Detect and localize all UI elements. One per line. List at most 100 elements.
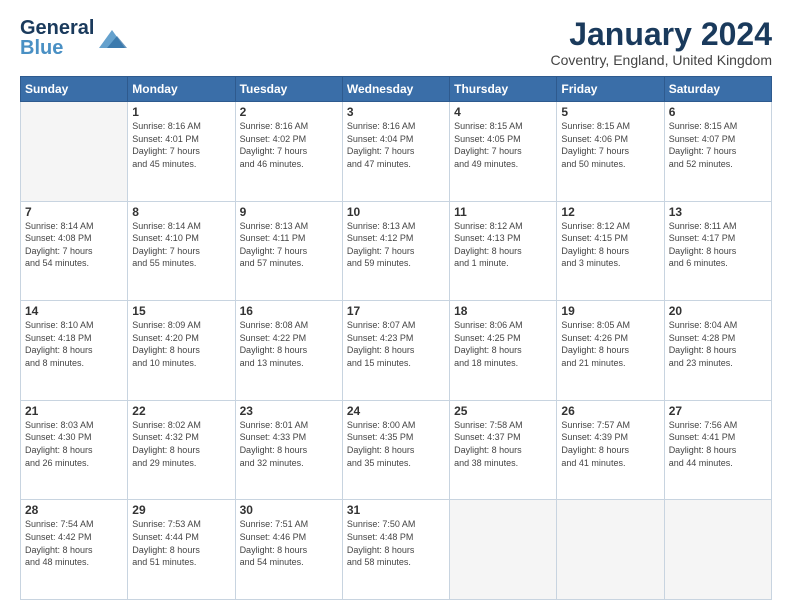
day-number: 24: [347, 404, 445, 418]
day-info: Sunrise: 7:51 AMSunset: 4:46 PMDaylight:…: [240, 518, 338, 568]
col-monday: Monday: [128, 77, 235, 102]
calendar-cell: 25Sunrise: 7:58 AMSunset: 4:37 PMDayligh…: [450, 400, 557, 500]
calendar-week-row: 14Sunrise: 8:10 AMSunset: 4:18 PMDayligh…: [21, 301, 772, 401]
logo: General Blue: [20, 18, 127, 58]
day-number: 23: [240, 404, 338, 418]
logo-general: General: [20, 17, 94, 39]
logo-blue: Blue: [20, 37, 63, 59]
day-number: 12: [561, 205, 659, 219]
day-number: 5: [561, 105, 659, 119]
calendar-cell: 26Sunrise: 7:57 AMSunset: 4:39 PMDayligh…: [557, 400, 664, 500]
day-info: Sunrise: 8:15 AMSunset: 4:05 PMDaylight:…: [454, 120, 552, 170]
day-info: Sunrise: 8:12 AMSunset: 4:15 PMDaylight:…: [561, 220, 659, 270]
calendar-cell: 16Sunrise: 8:08 AMSunset: 4:22 PMDayligh…: [235, 301, 342, 401]
calendar-week-row: 7Sunrise: 8:14 AMSunset: 4:08 PMDaylight…: [21, 201, 772, 301]
col-friday: Friday: [557, 77, 664, 102]
day-number: 22: [132, 404, 230, 418]
day-info: Sunrise: 8:11 AMSunset: 4:17 PMDaylight:…: [669, 220, 767, 270]
day-info: Sunrise: 8:10 AMSunset: 4:18 PMDaylight:…: [25, 319, 123, 369]
calendar-cell: 24Sunrise: 8:00 AMSunset: 4:35 PMDayligh…: [342, 400, 449, 500]
col-wednesday: Wednesday: [342, 77, 449, 102]
day-number: 31: [347, 503, 445, 517]
day-number: 9: [240, 205, 338, 219]
day-info: Sunrise: 8:02 AMSunset: 4:32 PMDaylight:…: [132, 419, 230, 469]
day-info: Sunrise: 8:15 AMSunset: 4:06 PMDaylight:…: [561, 120, 659, 170]
day-info: Sunrise: 8:05 AMSunset: 4:26 PMDaylight:…: [561, 319, 659, 369]
col-sunday: Sunday: [21, 77, 128, 102]
day-number: 29: [132, 503, 230, 517]
calendar-cell: 21Sunrise: 8:03 AMSunset: 4:30 PMDayligh…: [21, 400, 128, 500]
calendar-cell: [450, 500, 557, 600]
day-info: Sunrise: 8:16 AMSunset: 4:01 PMDaylight:…: [132, 120, 230, 170]
day-info: Sunrise: 8:06 AMSunset: 4:25 PMDaylight:…: [454, 319, 552, 369]
calendar-cell: 9Sunrise: 8:13 AMSunset: 4:11 PMDaylight…: [235, 201, 342, 301]
day-info: Sunrise: 7:57 AMSunset: 4:39 PMDaylight:…: [561, 419, 659, 469]
title-block: January 2024 Coventry, England, United K…: [550, 18, 772, 68]
day-number: 4: [454, 105, 552, 119]
calendar-cell: 23Sunrise: 8:01 AMSunset: 4:33 PMDayligh…: [235, 400, 342, 500]
day-info: Sunrise: 8:07 AMSunset: 4:23 PMDaylight:…: [347, 319, 445, 369]
day-info: Sunrise: 7:58 AMSunset: 4:37 PMDaylight:…: [454, 419, 552, 469]
calendar-cell: 8Sunrise: 8:14 AMSunset: 4:10 PMDaylight…: [128, 201, 235, 301]
day-info: Sunrise: 7:54 AMSunset: 4:42 PMDaylight:…: [25, 518, 123, 568]
day-info: Sunrise: 8:01 AMSunset: 4:33 PMDaylight:…: [240, 419, 338, 469]
month-title: January 2024: [550, 18, 772, 50]
calendar-cell: 1Sunrise: 8:16 AMSunset: 4:01 PMDaylight…: [128, 102, 235, 202]
day-info: Sunrise: 8:13 AMSunset: 4:12 PMDaylight:…: [347, 220, 445, 270]
day-number: 6: [669, 105, 767, 119]
day-info: Sunrise: 7:53 AMSunset: 4:44 PMDaylight:…: [132, 518, 230, 568]
calendar-cell: 31Sunrise: 7:50 AMSunset: 4:48 PMDayligh…: [342, 500, 449, 600]
day-info: Sunrise: 8:12 AMSunset: 4:13 PMDaylight:…: [454, 220, 552, 270]
calendar-cell: [21, 102, 128, 202]
day-number: 1: [132, 105, 230, 119]
calendar-cell: 20Sunrise: 8:04 AMSunset: 4:28 PMDayligh…: [664, 301, 771, 401]
calendar-cell: 4Sunrise: 8:15 AMSunset: 4:05 PMDaylight…: [450, 102, 557, 202]
day-number: 14: [25, 304, 123, 318]
day-number: 26: [561, 404, 659, 418]
calendar-cell: 2Sunrise: 8:16 AMSunset: 4:02 PMDaylight…: [235, 102, 342, 202]
day-number: 19: [561, 304, 659, 318]
day-number: 21: [25, 404, 123, 418]
day-number: 27: [669, 404, 767, 418]
day-number: 11: [454, 205, 552, 219]
day-info: Sunrise: 8:14 AMSunset: 4:10 PMDaylight:…: [132, 220, 230, 270]
calendar-cell: [664, 500, 771, 600]
calendar-cell: 6Sunrise: 8:15 AMSunset: 4:07 PMDaylight…: [664, 102, 771, 202]
day-info: Sunrise: 8:16 AMSunset: 4:04 PMDaylight:…: [347, 120, 445, 170]
day-number: 7: [25, 205, 123, 219]
calendar-week-row: 1Sunrise: 8:16 AMSunset: 4:01 PMDaylight…: [21, 102, 772, 202]
calendar-cell: 15Sunrise: 8:09 AMSunset: 4:20 PMDayligh…: [128, 301, 235, 401]
calendar-cell: 29Sunrise: 7:53 AMSunset: 4:44 PMDayligh…: [128, 500, 235, 600]
day-info: Sunrise: 8:14 AMSunset: 4:08 PMDaylight:…: [25, 220, 123, 270]
calendar-cell: 12Sunrise: 8:12 AMSunset: 4:15 PMDayligh…: [557, 201, 664, 301]
page: General Blue January 2024 Coventry, Engl…: [0, 0, 792, 612]
calendar-cell: 11Sunrise: 8:12 AMSunset: 4:13 PMDayligh…: [450, 201, 557, 301]
col-tuesday: Tuesday: [235, 77, 342, 102]
day-number: 18: [454, 304, 552, 318]
calendar-cell: 14Sunrise: 8:10 AMSunset: 4:18 PMDayligh…: [21, 301, 128, 401]
calendar-table: Sunday Monday Tuesday Wednesday Thursday…: [20, 76, 772, 600]
calendar-cell: 18Sunrise: 8:06 AMSunset: 4:25 PMDayligh…: [450, 301, 557, 401]
day-number: 2: [240, 105, 338, 119]
calendar-week-row: 21Sunrise: 8:03 AMSunset: 4:30 PMDayligh…: [21, 400, 772, 500]
location: Coventry, England, United Kingdom: [550, 52, 772, 68]
calendar-cell: 13Sunrise: 8:11 AMSunset: 4:17 PMDayligh…: [664, 201, 771, 301]
calendar-cell: 7Sunrise: 8:14 AMSunset: 4:08 PMDaylight…: [21, 201, 128, 301]
calendar-cell: 30Sunrise: 7:51 AMSunset: 4:46 PMDayligh…: [235, 500, 342, 600]
day-info: Sunrise: 8:04 AMSunset: 4:28 PMDaylight:…: [669, 319, 767, 369]
day-info: Sunrise: 8:13 AMSunset: 4:11 PMDaylight:…: [240, 220, 338, 270]
calendar-header-row: Sunday Monday Tuesday Wednesday Thursday…: [21, 77, 772, 102]
calendar-cell: 19Sunrise: 8:05 AMSunset: 4:26 PMDayligh…: [557, 301, 664, 401]
calendar-cell: 22Sunrise: 8:02 AMSunset: 4:32 PMDayligh…: [128, 400, 235, 500]
day-info: Sunrise: 8:03 AMSunset: 4:30 PMDaylight:…: [25, 419, 123, 469]
day-info: Sunrise: 8:08 AMSunset: 4:22 PMDaylight:…: [240, 319, 338, 369]
header: General Blue January 2024 Coventry, Engl…: [20, 18, 772, 68]
calendar-cell: [557, 500, 664, 600]
logo-icon: [97, 26, 127, 50]
calendar-cell: 10Sunrise: 8:13 AMSunset: 4:12 PMDayligh…: [342, 201, 449, 301]
day-number: 17: [347, 304, 445, 318]
day-number: 16: [240, 304, 338, 318]
calendar-cell: 17Sunrise: 8:07 AMSunset: 4:23 PMDayligh…: [342, 301, 449, 401]
day-info: Sunrise: 8:16 AMSunset: 4:02 PMDaylight:…: [240, 120, 338, 170]
col-saturday: Saturday: [664, 77, 771, 102]
